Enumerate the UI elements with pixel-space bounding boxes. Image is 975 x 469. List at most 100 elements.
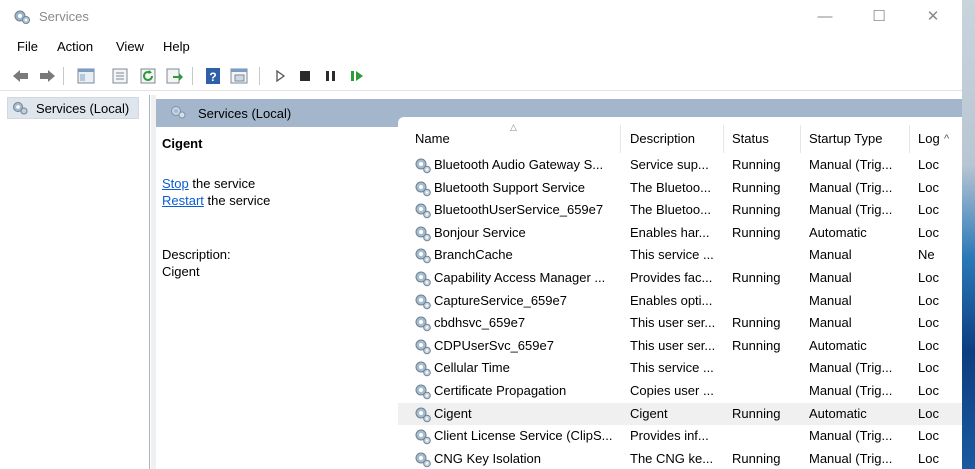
table-row[interactable]: Capability Access Manager ... Provides fa…	[398, 267, 962, 290]
restart-service-text: the service	[203, 193, 271, 208]
svg-text:?: ?	[209, 70, 216, 84]
column-header-name[interactable]: Name	[415, 131, 450, 153]
service-name-cell: Cellular Time	[434, 360, 510, 376]
service-log-on-as-cell: Loc	[918, 360, 939, 376]
service-description-cell: This user ser...	[630, 315, 716, 331]
service-startup-type-cell: Manual	[809, 247, 852, 263]
service-name-cell: Client License Service (ClipS...	[434, 428, 613, 444]
service-startup-type-cell: Manual (Trig...	[809, 428, 893, 444]
service-startup-type-cell: Manual	[809, 315, 852, 331]
service-gear-icon	[415, 158, 431, 174]
table-row[interactable]: Cigent Cigent Running Automatic Loc	[398, 402, 962, 426]
service-status-cell: Running	[732, 315, 781, 331]
services-gear-icon	[13, 102, 28, 115]
table-row[interactable]: CDPUserSvc_659e7 This user ser... Running A…	[398, 335, 962, 358]
export-list-icon[interactable]	[164, 66, 184, 86]
service-description-cell: Enables har...	[630, 224, 710, 240]
menu-action[interactable]: Action	[57, 39, 93, 54]
service-startup-type-cell: Manual (Trig...	[809, 383, 893, 398]
service-startup-type-cell: Manual (Trig...	[809, 450, 893, 466]
service-startup-type-cell: Manual	[809, 270, 852, 285]
tree-item-services-local[interactable]: Services (Local)	[7, 97, 139, 119]
service-description-cell: Enables opti...	[630, 292, 713, 308]
menu-file[interactable]: File	[17, 39, 38, 54]
properties-icon[interactable]	[110, 66, 130, 86]
table-row[interactable]: Certificate Propagation Copies user ... Ma…	[398, 380, 962, 403]
service-log-on-as-cell: Loc	[918, 224, 939, 240]
service-description-cell: This user ser...	[630, 337, 716, 353]
table-row[interactable]: CaptureService_659e7 Enables opti... Manua…	[398, 290, 962, 313]
services-app-icon	[14, 10, 30, 24]
column-header-status[interactable]: Status	[732, 131, 769, 153]
menu-view[interactable]: View	[116, 39, 144, 54]
sort-ascending-icon: △	[510, 122, 517, 132]
table-row[interactable]: Bluetooth Audio Gateway S... Service sup.…	[398, 154, 962, 177]
service-name-cell: BluetoothUserService_659e7	[434, 202, 604, 218]
pause-service-icon[interactable]	[321, 66, 341, 86]
service-name-cell: Capability Access Manager ...	[434, 270, 606, 285]
service-log-on-as-cell: Loc	[918, 292, 939, 308]
console-view-icon[interactable]	[229, 66, 249, 86]
service-log-on-as-cell: Loc	[918, 270, 939, 285]
service-log-on-as-cell: Ne	[918, 247, 935, 263]
description-value: Cigent	[162, 264, 200, 279]
forward-icon[interactable]	[37, 66, 57, 86]
pane-header-title: Services (Local)	[198, 106, 292, 121]
resume-service-icon[interactable]	[347, 66, 367, 86]
service-gear-icon	[415, 384, 431, 400]
column-separator[interactable]	[723, 125, 724, 153]
service-startup-type-cell: Manual (Trig...	[809, 157, 893, 172]
service-log-on-as-cell: Loc	[918, 428, 939, 444]
service-log-on-as-cell: Loc	[918, 202, 939, 218]
menu-help[interactable]: Help	[163, 39, 190, 54]
service-name-cell: cbdhsvc_659e7	[434, 315, 526, 331]
restart-service-link[interactable]: Restart	[162, 193, 204, 208]
stop-service-icon[interactable]	[295, 66, 315, 86]
service-log-on-as-cell: Loc	[918, 405, 939, 421]
service-status-cell: Running	[732, 450, 781, 466]
scroll-up-arrow-icon[interactable]: ^	[944, 133, 949, 145]
column-separator[interactable]	[620, 125, 621, 153]
tree-item-label: Services (Local)	[36, 101, 130, 116]
service-status-cell: Running	[732, 157, 781, 172]
table-row[interactable]: Client License Service (ClipS... Provides…	[398, 425, 962, 448]
table-row[interactable]: Cellular Time This service ... Manual (Tri…	[398, 357, 962, 380]
refresh-icon[interactable]	[138, 66, 158, 86]
service-description-cell: This service ...	[630, 247, 714, 263]
close-button[interactable]: ✕	[920, 6, 946, 28]
service-description-cell: Copies user ...	[630, 383, 714, 398]
selected-service-name: Cigent	[162, 136, 203, 151]
column-header-log-on-as[interactable]: Log	[918, 131, 942, 153]
service-description-cell: The Bluetoo...	[630, 179, 711, 195]
start-service-icon[interactable]	[270, 66, 290, 86]
title-bar: Services — ☐ ✕	[0, 0, 962, 34]
service-name-cell: Cigent	[434, 405, 472, 421]
toolbar-separator	[192, 67, 193, 85]
service-log-on-as-cell: Loc	[918, 450, 939, 466]
minimize-button[interactable]: —	[812, 6, 838, 28]
column-header-startup-type[interactable]: Startup Type	[809, 131, 882, 153]
column-separator[interactable]	[800, 125, 801, 153]
table-row[interactable]: Bluetooth Support Service The Bluetoo... R…	[398, 177, 962, 200]
column-separator[interactable]	[909, 125, 910, 153]
console-tree: Services (Local)	[0, 95, 150, 469]
back-icon[interactable]	[11, 66, 31, 86]
service-status-cell: Running	[732, 270, 781, 285]
service-gear-icon	[415, 226, 431, 242]
service-description-cell: The Bluetoo...	[630, 202, 711, 218]
service-gear-icon	[415, 429, 431, 445]
service-name-cell: Certificate Propagation	[434, 383, 567, 398]
service-startup-type-cell: Manual (Trig...	[809, 202, 893, 218]
show-hide-console-tree-icon[interactable]	[76, 66, 96, 86]
table-row[interactable]: CNG Key Isolation The CNG ke... Running Man…	[398, 448, 962, 469]
table-row[interactable]: BluetoothUserService_659e7 The Bluetoo...…	[398, 199, 962, 222]
help-icon[interactable]: ?	[203, 66, 223, 86]
table-row[interactable]: BranchCache This service ... Manual Ne	[398, 244, 962, 267]
table-row[interactable]: cbdhsvc_659e7 This user ser... Running Manu…	[398, 312, 962, 335]
table-row[interactable]: Bonjour Service Enables har... Running Auto…	[398, 222, 962, 245]
maximize-button[interactable]: ☐	[866, 6, 892, 28]
service-log-on-as-cell: Loc	[918, 157, 939, 172]
stop-service-link[interactable]: Stop	[162, 176, 189, 191]
service-startup-type-cell: Automatic	[809, 224, 867, 240]
column-header-description[interactable]: Description	[630, 131, 695, 153]
